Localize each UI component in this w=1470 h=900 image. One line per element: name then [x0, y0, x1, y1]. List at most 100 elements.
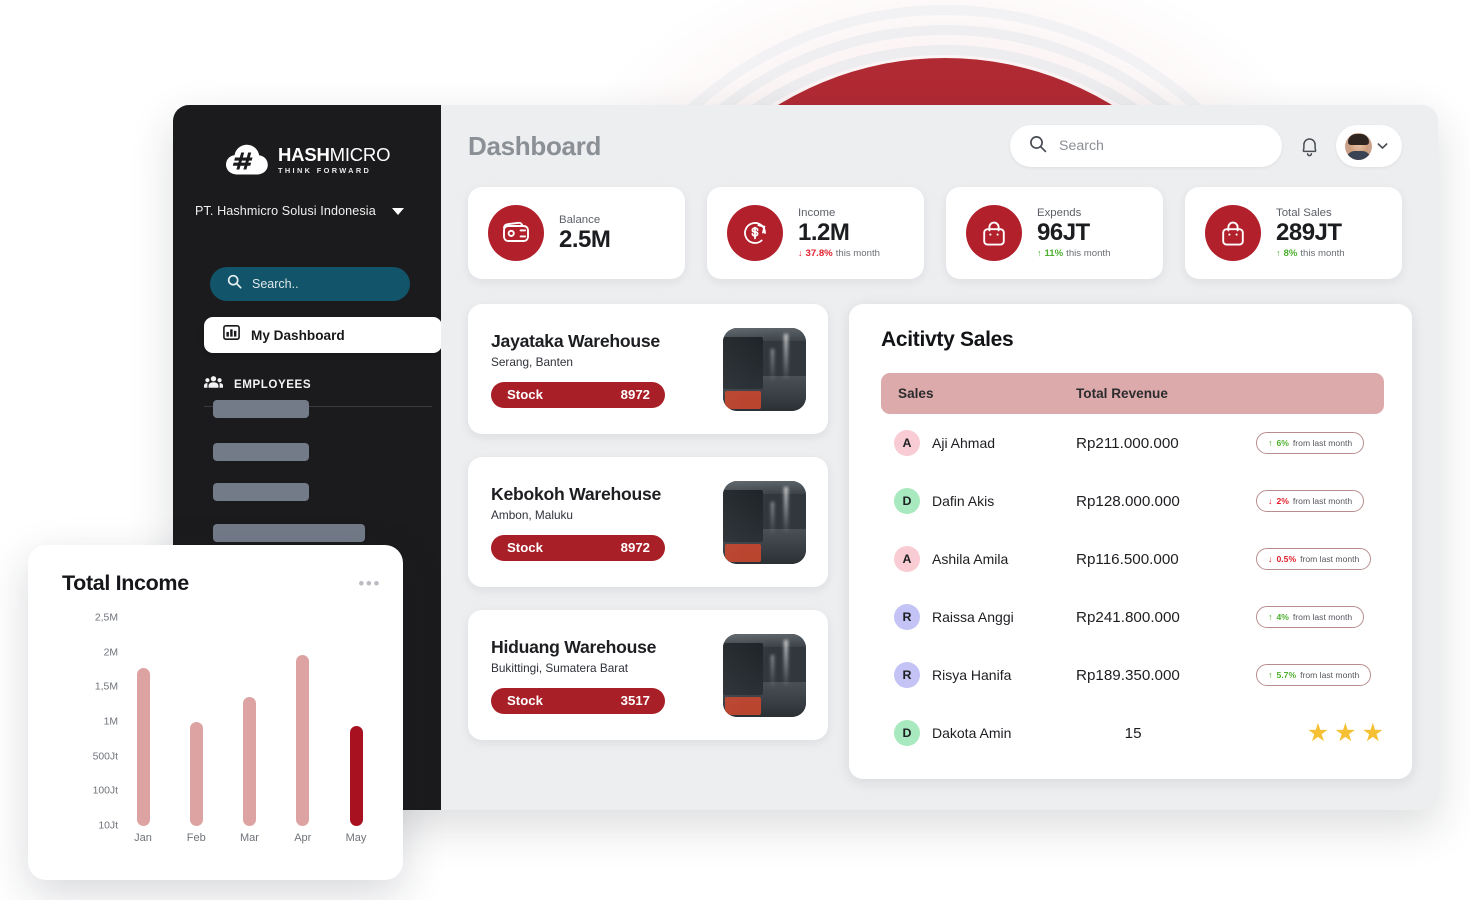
badge-delta: 6% [1276, 438, 1289, 448]
rating-cell: ★ ★ ★ [1245, 718, 1384, 747]
warehouse-name: Hiduang Warehouse [491, 636, 657, 657]
kpi-label: Total Sales [1276, 206, 1332, 219]
stock-value: 8972 [620, 387, 650, 402]
screenshot-root: HASHMICRO THINK FORWARD PT. Hashmicro So… [0, 0, 1470, 900]
sidebar-item-my-dashboard[interactable]: My Dashboard [204, 317, 441, 353]
kpi-delta-value: 37.8% [805, 248, 833, 260]
page-title: Dashboard [468, 130, 602, 161]
total-income-header: Total Income ••• [62, 571, 381, 596]
brand-tagline: THINK FORWARD [278, 166, 372, 176]
company-selector[interactable]: PT. Hashmicro Solusi Indonesia [173, 177, 441, 218]
kpi-card-income[interactable]: Income 1.2M ↓ 37.8% this month [707, 187, 924, 279]
stock-label: Stock [507, 540, 543, 555]
arrow-up-icon: ↑ [1268, 611, 1273, 622]
stock-value: 3517 [620, 693, 650, 708]
kpi-delta-suffix: this month [1066, 248, 1111, 260]
stock-badge: Stock 8972 [491, 534, 665, 561]
x-axis-tick: Mar [240, 832, 259, 844]
kpi-card-balance[interactable]: Balance 2.5M [468, 187, 685, 279]
warehouse-card[interactable]: Hiduang Warehouse Bukittingi, Sumatera B… [468, 610, 828, 740]
arrow-up-icon: ↑ [1268, 669, 1273, 680]
kpi-row: Balance 2.5M Income 1.2M ↓ 37.8% this mo… [441, 187, 1438, 279]
table-row[interactable]: A Ashila Amila Rp116.500.000 ↓ 0.5% from… [881, 530, 1384, 588]
revenue-cell: Rp189.350.000 [1076, 666, 1180, 684]
kpi-delta-suffix: this month [835, 248, 880, 260]
column-header-sales: Sales [898, 386, 934, 401]
chart-bar-wrapper [231, 697, 269, 826]
badge-delta: 5.7% [1276, 670, 1297, 680]
chart-title: Total Income [62, 571, 189, 595]
kpi-value: 289JT [1276, 218, 1342, 246]
arrow-up-icon: ↑ [1276, 248, 1281, 259]
badge-text: from last month [1300, 670, 1360, 680]
chart-bar[interactable] [296, 655, 310, 826]
y-axis-tick: 500Jt [92, 751, 118, 763]
chart-bar[interactable] [136, 668, 150, 826]
profile-menu[interactable] [1336, 125, 1402, 167]
sidebar-search-input[interactable]: Search.. [210, 267, 410, 301]
chart-bar[interactable] [349, 726, 363, 826]
kpi-card-expends[interactable]: Expends 96JT ↑ 11% this month [946, 187, 1163, 279]
chart-bar-wrapper [284, 655, 322, 826]
sidebar-placeholder-item [213, 483, 309, 501]
kpi-label: Balance [559, 213, 601, 226]
table-row[interactable]: A Aji Ahmad Rp211.000.000 ↑ 6% from last… [881, 414, 1384, 472]
chart-bar[interactable] [189, 722, 203, 826]
kpi-delta: ↑ 8% this month [1276, 248, 1345, 259]
stock-badge: Stock 3517 [491, 687, 665, 714]
x-axis-tick: May [345, 832, 367, 844]
table-row[interactable]: D Dakota Amin 15 ★ ★ ★ [881, 704, 1384, 762]
sales-cell: A Aji Ahmad [881, 430, 1076, 456]
x-axis-tick: Jan [134, 832, 152, 844]
wallet-icon [488, 205, 544, 261]
stock-label: Stock [507, 693, 543, 708]
y-axis: 2,5M 2M 1,5M 1M 500Jt 100Jt 10Jt [62, 613, 118, 832]
notifications-button[interactable] [1296, 131, 1322, 161]
revenue-cell: 15 [1124, 724, 1142, 742]
warehouse-photo [723, 327, 806, 411]
kpi-text: Income 1.2M ↓ 37.8% this month [798, 207, 880, 260]
delta-cell: ↑ 6% from last month [1256, 432, 1384, 454]
chart-plot-area [124, 618, 375, 826]
warehouse-info: Hiduang Warehouse Bukittingi, Sumatera B… [491, 637, 723, 714]
total-income-card: Total Income ••• 2,5M 2M 1,5M 1M 500Jt 100Jt 1… [28, 545, 403, 880]
sales-name: Aji Ahmad [932, 435, 996, 451]
bag-icon [1205, 205, 1261, 261]
bag-icon [966, 205, 1022, 261]
star-icon: ★ [1334, 718, 1357, 747]
revenue-cell: Rp128.000.000 [1076, 492, 1180, 510]
y-axis-tick: 2M [103, 647, 118, 659]
income-refresh-icon [727, 205, 783, 261]
activity-sales-panel: Acitivty Sales Sales Total Revenue A Aji… [849, 304, 1412, 779]
table-row[interactable]: R Raissa Anggi Rp241.800.000 ↑ 4% from l… [881, 588, 1384, 646]
table-header: Sales Total Revenue [881, 373, 1384, 414]
kpi-value: 96JT [1037, 218, 1090, 246]
warehouse-photo [723, 633, 806, 717]
table-row[interactable]: D Dafin Akis Rp128.000.000 ↓ 2% from las… [881, 472, 1384, 530]
more-options-icon[interactable]: ••• [358, 575, 381, 592]
y-axis-tick: 1,5M [94, 681, 118, 693]
chart-bar[interactable] [243, 697, 256, 826]
kpi-delta: ↓ 37.8% this month [798, 248, 880, 259]
sales-name: Dakota Amin [932, 725, 1012, 741]
warehouse-card[interactable]: Kebokoh Warehouse Ambon, Maluku Stock 89… [468, 457, 828, 587]
sidebar-placeholder-item [213, 524, 365, 542]
badge-text: from last month [1292, 612, 1353, 622]
kpi-card-total-sales[interactable]: Total Sales 289JT ↑ 8% this month [1185, 187, 1402, 279]
sales-cell: D Dafin Akis [881, 488, 1076, 514]
warehouse-name: Kebokoh Warehouse [491, 483, 662, 504]
avatar: D [894, 488, 920, 514]
chart-bar-wrapper [124, 668, 162, 826]
warehouse-card[interactable]: Jayataka Warehouse Serang, Banten Stock … [468, 304, 828, 434]
x-axis: Jan Feb Mar Apr May [124, 832, 375, 844]
avatar: A [894, 430, 920, 456]
kpi-label: Income [798, 206, 836, 219]
top-bar-actions: Search [1010, 125, 1402, 167]
warehouse-name: Jayataka Warehouse [491, 330, 660, 351]
employees-icon [204, 375, 223, 394]
warehouse-location: Bukittingi, Sumatera Barat [491, 660, 629, 675]
arrow-down-icon: ↓ [1268, 553, 1273, 564]
brand-name: HASHMICRO [278, 143, 391, 165]
search-input[interactable]: Search [1010, 125, 1282, 167]
table-row[interactable]: R Risya Hanifa Rp189.350.000 ↑ 5.7% from… [881, 646, 1384, 704]
